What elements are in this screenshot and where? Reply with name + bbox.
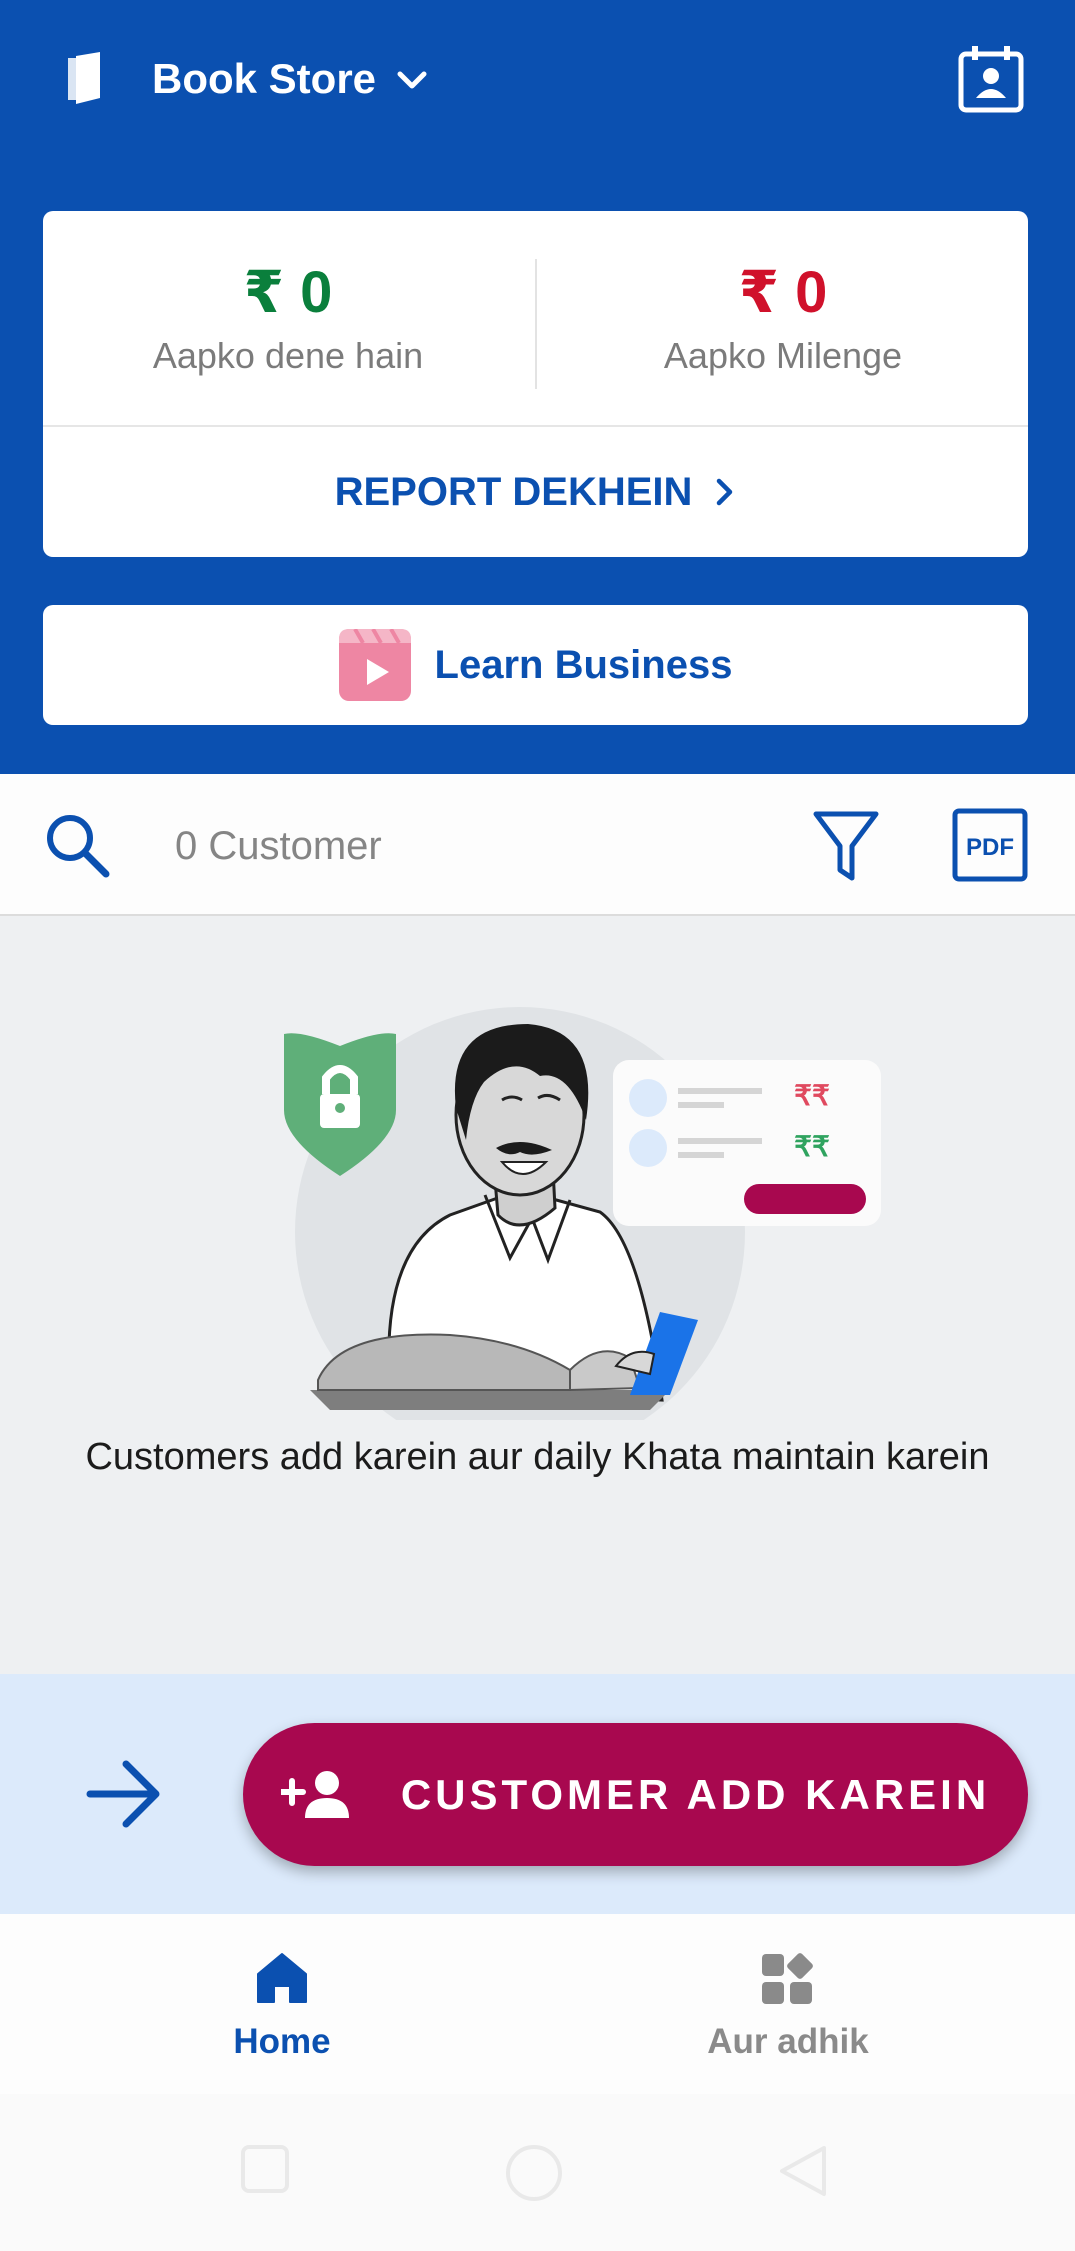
filter-icon[interactable] xyxy=(810,808,882,884)
empty-state-illustration: ₹₹ ₹₹ xyxy=(284,1007,881,1420)
nav-more[interactable]: Aur adhik xyxy=(638,1950,938,2062)
payable-amount: ₹ 0 xyxy=(243,260,333,325)
receivable-label: Aapko Milenge xyxy=(663,335,903,376)
add-customer-button[interactable]: CUSTOMER ADD KAREIN xyxy=(243,1723,1028,1866)
receivable-summary: ₹ 0 Aapko Milenge xyxy=(538,261,1028,377)
video-play-icon xyxy=(338,629,411,701)
apps-icon xyxy=(762,1953,813,2004)
nav-more-label: Aur adhik xyxy=(707,2022,869,2061)
recents-icon[interactable] xyxy=(240,2144,290,2194)
system-navigation-bar xyxy=(0,2094,1075,2251)
chevron-right-icon xyxy=(717,478,733,506)
arrow-right-icon xyxy=(86,1760,160,1828)
receivable-amount: ₹ 0 xyxy=(738,260,828,325)
book-icon xyxy=(68,52,100,104)
home-icon xyxy=(257,1953,307,2003)
learn-business-label: Learn Business xyxy=(434,642,733,687)
home-circle-icon[interactable] xyxy=(505,2144,563,2202)
contact-calendar-icon[interactable] xyxy=(956,44,1026,114)
view-report-button[interactable]: REPORT DEKHEIN xyxy=(43,427,1028,557)
payable-label: Aapko dene hain xyxy=(152,335,424,376)
learn-business-button[interactable]: Learn Business xyxy=(43,605,1028,725)
view-report-label: REPORT DEKHEIN xyxy=(334,469,693,514)
nav-home[interactable]: Home xyxy=(132,1950,432,2062)
pdf-icon[interactable]: PDF xyxy=(952,808,1028,882)
customer-search-input[interactable]: 0 Customer xyxy=(175,824,382,869)
divider xyxy=(535,259,537,389)
customer-search-bar: 0 Customer PDF xyxy=(0,774,1075,916)
payable-summary: ₹ 0 Aapko dene hain xyxy=(43,261,533,377)
search-icon[interactable] xyxy=(42,810,112,880)
top-app-bar: Book Store xyxy=(0,0,1075,164)
add-customer-label: CUSTOMER ADD KAREIN xyxy=(400,1770,991,1818)
empty-state-message: Customers add karein aur daily Khata mai… xyxy=(85,1436,990,1478)
back-icon[interactable] xyxy=(776,2144,830,2198)
nav-home-label: Home xyxy=(233,2022,331,2061)
illustration-rupee-green: ₹₹ xyxy=(794,1131,830,1162)
balance-summary-card: ₹ 0 Aapko dene hain ₹ 0 Aapko Milenge RE… xyxy=(43,211,1028,557)
bottom-navigation: Home Aur adhik xyxy=(0,1914,1075,2094)
svg-text:PDF: PDF xyxy=(966,834,1014,861)
business-name[interactable]: Book Store xyxy=(152,55,376,103)
add-person-icon xyxy=(280,1770,349,1818)
illustration-rupee-red: ₹₹ xyxy=(794,1080,830,1111)
chevron-down-icon[interactable] xyxy=(392,60,432,100)
